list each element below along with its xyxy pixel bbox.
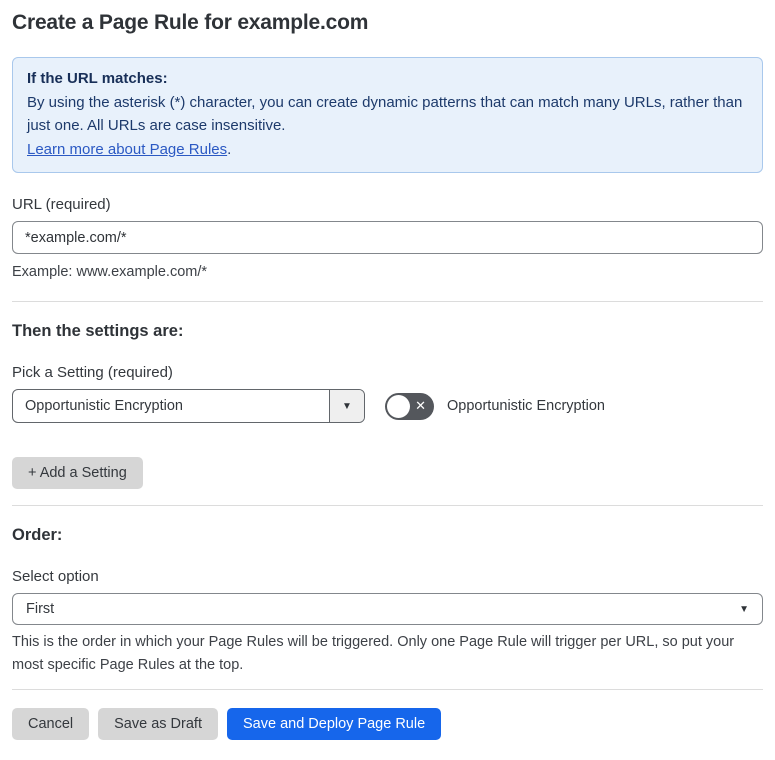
opportunistic-encryption-toggle[interactable]: ✕ [385,392,434,420]
add-setting-button[interactable]: + Add a Setting [12,457,143,489]
settings-section-heading: Then the settings are: [12,322,184,340]
setting-select-arrow-button[interactable]: ▼ [329,390,364,422]
divider [12,505,763,506]
save-as-draft-button[interactable]: Save as Draft [98,708,218,740]
divider [12,689,763,690]
order-select[interactable]: First ▼ [12,593,763,625]
page-title: Create a Page Rule for example.com [12,11,369,34]
pick-setting-label: Pick a Setting (required) [12,364,173,381]
save-and-deploy-button[interactable]: Save and Deploy Page Rule [226,708,442,740]
info-box-body: By using the asterisk (*) character, you… [27,93,743,158]
divider [12,301,763,302]
setting-select-value: Opportunistic Encryption [25,398,183,414]
toggle-knob [387,394,410,418]
create-page-rule-form: Create a Page Rule for example.com If th… [0,0,775,760]
url-match-info-box: If the URL matches: By using the asteris… [12,57,763,173]
url-input[interactable] [12,221,763,254]
url-example-helper: Example: www.example.com/* [12,264,208,280]
url-field-label: URL (required) [12,196,111,213]
link-period: . [227,140,232,158]
chevron-down-icon: ▼ [342,400,352,412]
toggle-label: Opportunistic Encryption [447,398,605,414]
url-section: URL (required) Example: www.example.com/… [12,196,763,283]
info-box-heading: If the URL matches: [27,70,168,87]
order-helper-text: This is the order in which your Page Rul… [12,634,735,673]
order-select-label: Select option [12,568,99,585]
learn-more-link[interactable]: Learn more about Page Rules [27,141,227,158]
setting-row: Opportunistic Encryption ▼ ✕ Opportunist… [12,389,763,423]
toggle-off-x-icon: ✕ [415,398,426,414]
setting-select[interactable]: Opportunistic Encryption ▼ [12,389,365,423]
cancel-button[interactable]: Cancel [12,708,90,740]
order-select-value: First [26,601,55,617]
chevron-down-icon: ▼ [739,603,749,615]
footer-actions: Cancel Save as Draft Save and Deploy Pag… [12,708,763,740]
order-section-heading: Order: [12,526,63,544]
